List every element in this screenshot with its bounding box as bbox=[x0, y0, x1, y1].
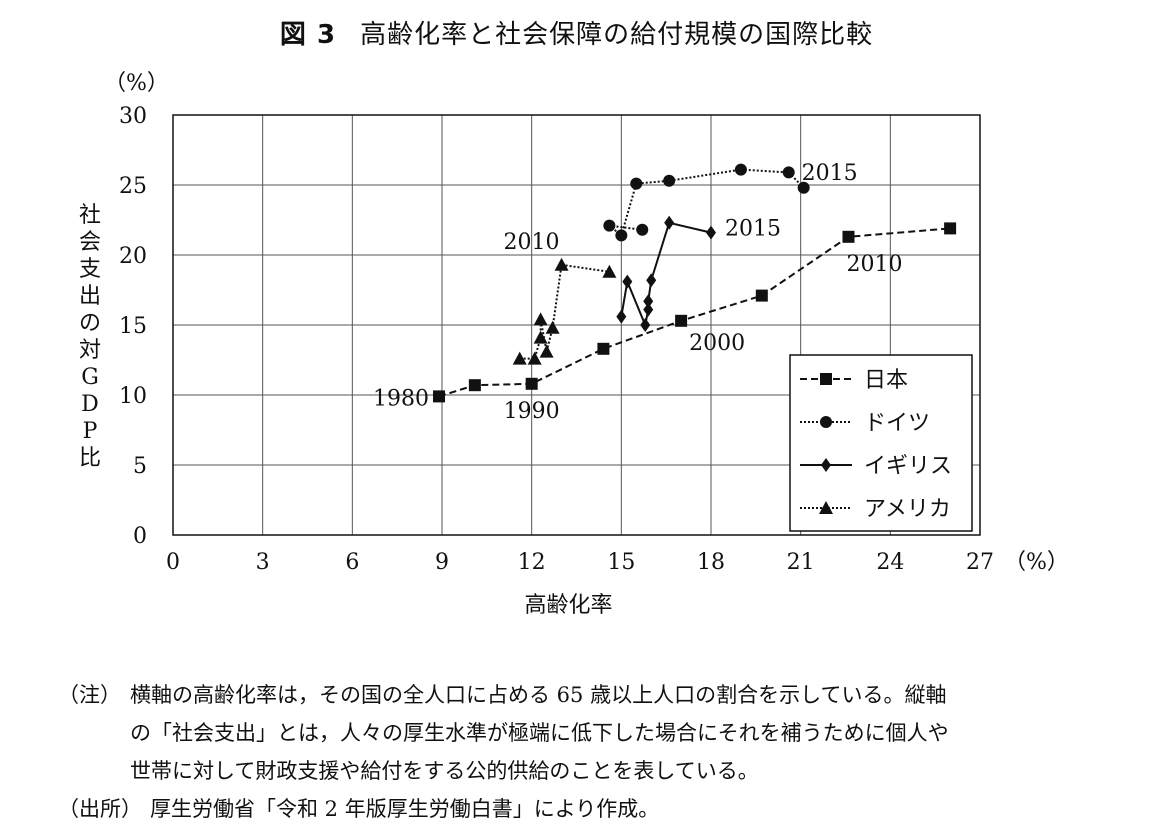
y-axis-title-char: G bbox=[81, 365, 99, 390]
chart-canvas: 0 3 6 9 12 15 18 21 24 27 0 5 10 15 20 25 30 （%） （%） 高齢… bbox=[79, 71, 1069, 618]
annotation-label: 2010 bbox=[504, 230, 560, 255]
y-tick-label: 20 bbox=[119, 244, 147, 269]
note-heading: （注） bbox=[58, 683, 121, 707]
annotation-label: 2015 bbox=[802, 161, 858, 186]
x-axis-title: 高齢化率 bbox=[524, 593, 612, 618]
y-axis-title-char: D bbox=[81, 392, 99, 417]
y-tick-label: 0 bbox=[133, 524, 147, 549]
data-point-square bbox=[433, 390, 446, 403]
data-point-circle bbox=[782, 166, 795, 179]
data-point-circle bbox=[603, 219, 616, 232]
series-line bbox=[519, 263, 610, 360]
legend-label: アメリカ bbox=[864, 497, 951, 522]
data-point-diamond bbox=[640, 318, 651, 332]
data-point-diamond bbox=[616, 309, 627, 324]
data-point-diamond bbox=[664, 215, 675, 230]
data-point-diamond bbox=[646, 273, 657, 288]
data-point-diamond bbox=[706, 225, 716, 240]
y-tick-label: 30 bbox=[119, 104, 147, 129]
data-point-triangle bbox=[554, 257, 569, 271]
data-point-square bbox=[820, 373, 832, 385]
data-point-square bbox=[675, 314, 688, 327]
data-point-triangle bbox=[602, 264, 617, 278]
legend-label: 日本 bbox=[864, 368, 908, 393]
x-axis-unit: （%） bbox=[1004, 550, 1069, 575]
note-row: の「社会支出」とは，人々の厚生水準が極端に低下した場合にそれを補うために個人や bbox=[58, 714, 1118, 752]
y-axis-title-char: の bbox=[79, 311, 101, 336]
legend-label: ドイツ bbox=[864, 411, 930, 436]
source-row: （出所） 厚生労働省「令和 2 年版厚生労働白書」により作成。 bbox=[58, 790, 1118, 828]
data-point-circle bbox=[734, 163, 747, 176]
data-point-circle bbox=[820, 416, 832, 428]
x-tick-label: 0 bbox=[166, 550, 180, 575]
y-axis-title-char: 比 bbox=[79, 446, 101, 471]
data-point-triangle bbox=[533, 330, 548, 344]
x-tick-label: 12 bbox=[518, 550, 546, 575]
y-tick-label: 5 bbox=[133, 454, 147, 479]
note-line: 横軸の高齢化率は，その国の全人口に占める 65 歳以上人口の割合を示している。縦… bbox=[130, 683, 947, 707]
annotation-label: 2010 bbox=[846, 252, 902, 277]
notes: （注） 横軸の高齢化率は，その国の全人口に占める 65 歳以上人口の割合を示して… bbox=[58, 676, 1118, 828]
annotation-label: 2000 bbox=[689, 331, 745, 356]
data-point-triangle bbox=[533, 312, 548, 326]
data-point-diamond bbox=[643, 294, 654, 309]
source-heading: （出所） bbox=[58, 797, 142, 821]
legend-label: イギリス bbox=[864, 454, 952, 479]
y-axis-title-char: 対 bbox=[79, 338, 101, 363]
data-point-diamond bbox=[622, 274, 633, 289]
series-line bbox=[620, 221, 712, 329]
y-axis-unit: （%） bbox=[104, 71, 169, 96]
annotation-label: 1980 bbox=[373, 386, 429, 411]
data-point-circle bbox=[663, 174, 676, 187]
data-point-square bbox=[842, 230, 855, 243]
source-text: 厚生労働省「令和 2 年版厚生労働白書」により作成。 bbox=[150, 797, 660, 821]
x-tick-label: 9 bbox=[435, 550, 449, 575]
y-axis-title-char: 支 bbox=[79, 257, 101, 282]
y-axis-ticks: 0 5 10 15 20 25 30 bbox=[119, 104, 147, 549]
data-point-triangle bbox=[545, 320, 560, 334]
x-tick-label: 27 bbox=[966, 550, 994, 575]
y-axis-title-char: 会 bbox=[79, 230, 101, 255]
data-point-circle bbox=[615, 229, 628, 242]
note-row: （注） 横軸の高齢化率は，その国の全人口に占める 65 歳以上人口の割合を示して… bbox=[58, 676, 1118, 714]
data-point-circle bbox=[636, 223, 649, 236]
annotation-label: 2015 bbox=[725, 217, 781, 242]
note-line: の「社会支出」とは，人々の厚生水準が極端に低下した場合にそれを補うために個人や bbox=[130, 721, 949, 745]
data-point-triangle bbox=[539, 344, 554, 358]
y-tick-label: 10 bbox=[119, 384, 147, 409]
y-tick-label: 25 bbox=[119, 174, 147, 199]
x-tick-label: 6 bbox=[345, 550, 359, 575]
data-point-square bbox=[755, 289, 768, 302]
x-tick-label: 18 bbox=[697, 550, 725, 575]
y-axis-title-char: 出 bbox=[79, 284, 101, 309]
y-axis-title-char: 社 bbox=[79, 203, 101, 228]
y-tick-label: 15 bbox=[119, 314, 147, 339]
data-point-square bbox=[525, 377, 538, 390]
x-tick-label: 21 bbox=[787, 550, 815, 575]
x-tick-label: 3 bbox=[256, 550, 270, 575]
data-point-circle bbox=[630, 177, 643, 190]
annotation-label: 1990 bbox=[504, 399, 560, 424]
y-axis-title: 社会支出の対GDP比 bbox=[79, 203, 101, 471]
x-tick-label: 15 bbox=[607, 550, 635, 575]
note-row: 世帯に対して財政支援や給付をする公的供給のことを表している。 bbox=[58, 752, 1118, 790]
data-point-square bbox=[597, 342, 610, 355]
data-point-square bbox=[468, 379, 481, 392]
data-point-triangle bbox=[527, 351, 542, 365]
note-line: 世帯に対して財政支援や給付をする公的供給のことを表している。 bbox=[130, 759, 759, 783]
legend: 日本ドイツイギリスアメリカ bbox=[789, 354, 973, 532]
y-axis-title-char: P bbox=[83, 419, 98, 444]
data-point-square bbox=[944, 222, 957, 235]
x-axis-ticks: 0 3 6 9 12 15 18 21 24 27 bbox=[166, 550, 994, 575]
x-tick-label: 24 bbox=[876, 550, 904, 575]
